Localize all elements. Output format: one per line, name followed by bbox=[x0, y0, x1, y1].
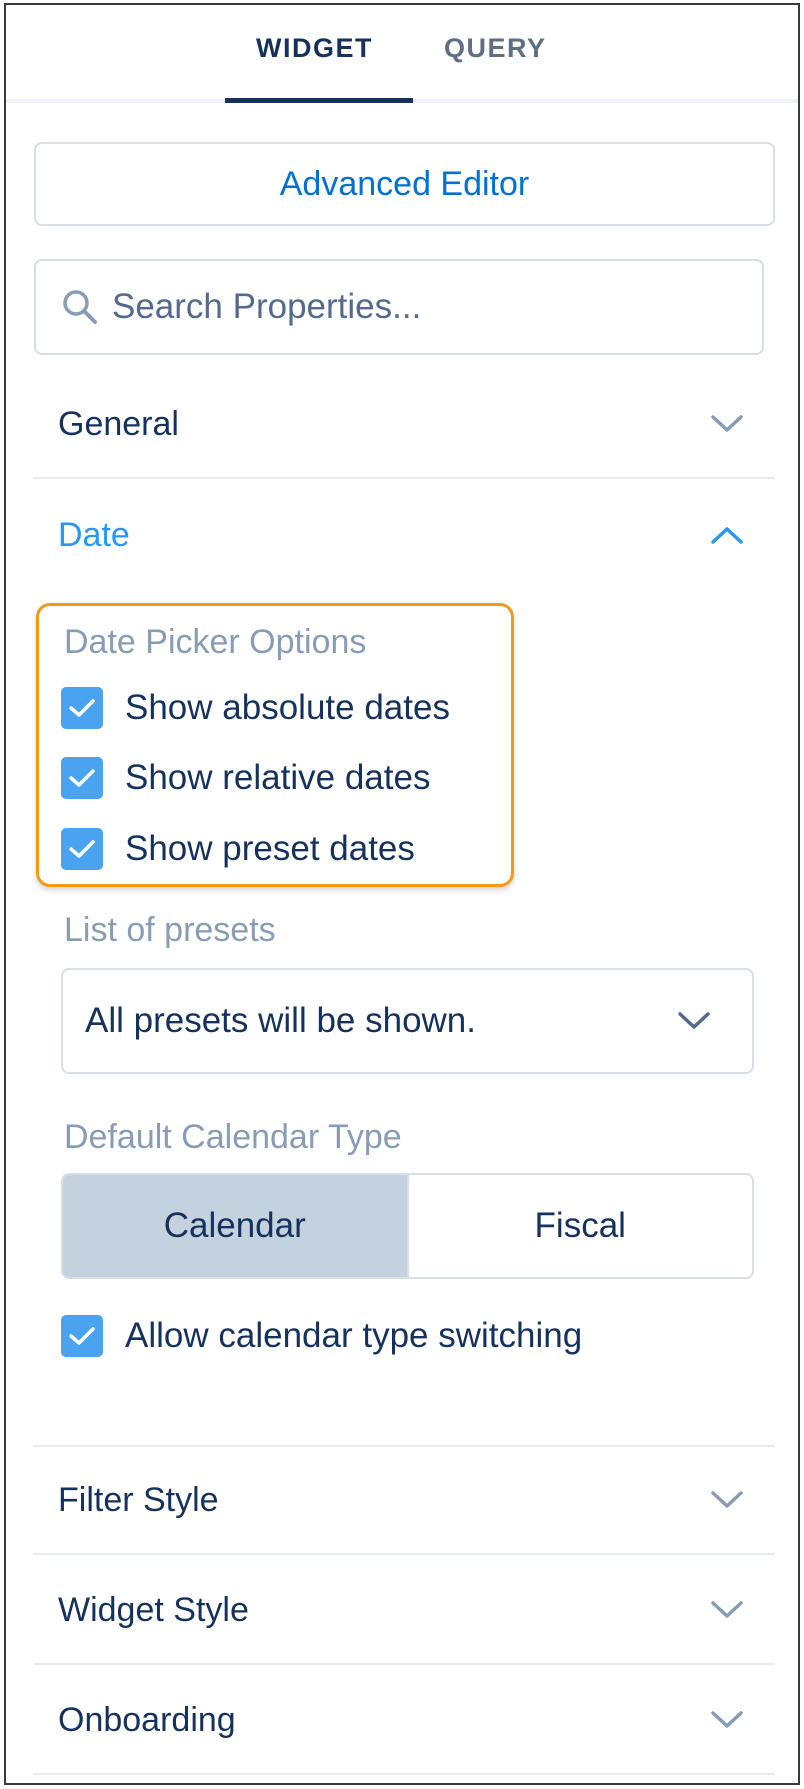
search-box bbox=[34, 259, 764, 355]
checkmark-icon bbox=[69, 699, 95, 717]
date-picker-options-label: Date Picker Options bbox=[64, 623, 367, 661]
advanced-editor-button[interactable]: Advanced Editor bbox=[34, 142, 775, 226]
chevron-down-icon bbox=[711, 415, 743, 432]
chevron-down-icon bbox=[711, 1491, 743, 1508]
search-icon bbox=[63, 290, 97, 324]
checkbox-label: Allow calendar type switching bbox=[125, 1316, 583, 1355]
section-filter-style-label: Filter Style bbox=[58, 1480, 219, 1519]
chevron-down-icon bbox=[678, 1012, 710, 1029]
section-widget-style-label: Widget Style bbox=[58, 1590, 249, 1629]
presets-select[interactable]: All presets will be shown. bbox=[61, 968, 754, 1074]
checkbox-allow-calendar-switching[interactable]: Allow calendar type switching bbox=[61, 1315, 582, 1357]
checkbox-label: Show relative dates bbox=[125, 758, 431, 797]
checkbox[interactable] bbox=[61, 828, 103, 870]
active-tab-indicator bbox=[225, 98, 413, 103]
section-date-label: Date bbox=[58, 515, 130, 554]
chevron-down-icon bbox=[711, 1711, 743, 1728]
tab-query[interactable]: QUERY bbox=[444, 33, 547, 64]
chevron-up-icon bbox=[711, 527, 743, 544]
checkbox-label: Show absolute dates bbox=[125, 688, 450, 727]
calendar-type-toggle: Calendar Fiscal bbox=[61, 1173, 754, 1279]
search-input[interactable] bbox=[112, 287, 712, 327]
section-filter-style[interactable]: Filter Style bbox=[34, 1447, 775, 1555]
checkbox[interactable] bbox=[61, 687, 103, 729]
calendar-type-label: Default Calendar Type bbox=[64, 1118, 402, 1156]
checkmark-icon bbox=[69, 1327, 95, 1345]
checkbox[interactable] bbox=[61, 757, 103, 799]
section-general[interactable]: General bbox=[34, 371, 775, 479]
checkmark-icon bbox=[69, 769, 95, 787]
checkmark-icon bbox=[69, 840, 95, 858]
presets-label: List of presets bbox=[64, 911, 276, 949]
checkbox-show-preset-dates[interactable]: Show preset dates bbox=[61, 828, 415, 870]
calendar-option[interactable]: Calendar bbox=[63, 1175, 407, 1277]
checkbox-label: Show preset dates bbox=[125, 829, 415, 868]
checkbox[interactable] bbox=[61, 1315, 103, 1357]
tab-bar: WIDGET QUERY bbox=[6, 5, 798, 103]
checkbox-show-absolute-dates[interactable]: Show absolute dates bbox=[61, 687, 450, 729]
chevron-down-icon bbox=[711, 1601, 743, 1618]
tab-widget[interactable]: WIDGET bbox=[256, 33, 373, 64]
fiscal-option[interactable]: Fiscal bbox=[406, 1175, 752, 1277]
section-onboarding[interactable]: Onboarding bbox=[34, 1667, 775, 1775]
section-date[interactable]: Date bbox=[34, 481, 775, 589]
section-general-label: General bbox=[58, 404, 179, 443]
section-onboarding-label: Onboarding bbox=[58, 1700, 236, 1739]
section-widget-style[interactable]: Widget Style bbox=[34, 1557, 775, 1665]
checkbox-show-relative-dates[interactable]: Show relative dates bbox=[61, 757, 430, 799]
properties-panel: WIDGET QUERY Advanced Editor General Dat… bbox=[4, 3, 800, 1785]
presets-select-value: All presets will be shown. bbox=[85, 1001, 476, 1040]
